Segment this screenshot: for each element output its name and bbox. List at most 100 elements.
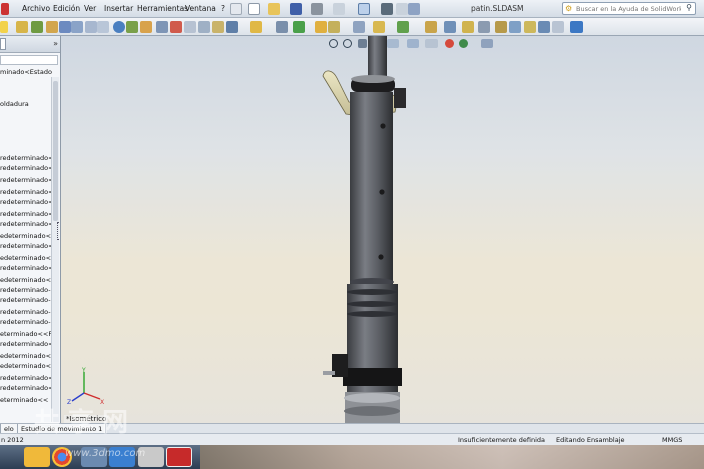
- help-search-input[interactable]: [576, 4, 681, 14]
- equations-icon[interactable]: [293, 21, 305, 33]
- new-document-icon[interactable]: [248, 3, 260, 15]
- menu-archivo[interactable]: Archivo: [22, 4, 50, 13]
- feature-tree-row[interactable]: oldadura: [0, 100, 29, 108]
- routing-icon[interactable]: [462, 21, 474, 33]
- feature-tree-row[interactable]: redeterminado<: [0, 374, 54, 382]
- rebuild-icon[interactable]: [381, 3, 393, 15]
- evaluate-icon[interactable]: [552, 21, 564, 33]
- feature-filter-box[interactable]: [0, 55, 58, 65]
- watermark-url: www.3dmo.com: [65, 448, 146, 459]
- assembly-features-icon[interactable]: [97, 21, 109, 33]
- menu-insertar[interactable]: Insertar: [104, 4, 133, 13]
- feature-tree-row[interactable]: redeterminado-: [0, 318, 51, 326]
- options-icon[interactable]: [396, 3, 408, 15]
- help-search-box[interactable]: ⚙ ⚲: [562, 2, 696, 15]
- upper-tube[interactable]: [368, 36, 387, 81]
- smart-fasteners-icon[interactable]: [59, 21, 71, 33]
- print-icon[interactable]: [311, 3, 323, 15]
- feature-tree-row[interactable]: edeterminado<: [0, 254, 51, 262]
- view-orientation-icon[interactable]: [444, 21, 456, 33]
- design-study-icon[interactable]: [315, 21, 327, 33]
- surfaces-icon[interactable]: [524, 21, 536, 33]
- linear-pattern-icon[interactable]: [373, 21, 385, 33]
- feature-tree-row[interactable]: redeterminado<: [0, 198, 54, 206]
- feature-tree-tab[interactable]: [0, 38, 6, 50]
- assembly-model[interactable]: [61, 36, 704, 426]
- feature-tree-row[interactable]: edeterminado<: [0, 232, 51, 240]
- status-units[interactable]: MMGS: [662, 436, 682, 444]
- new-motion-study-icon[interactable]: [126, 21, 138, 33]
- search-magnifier-icon[interactable]: ⚲: [686, 3, 692, 12]
- feature-tree-row[interactable]: redeterminado<: [0, 340, 54, 348]
- interference-detection-icon[interactable]: [170, 21, 182, 33]
- expand-panel-icon[interactable]: »: [53, 39, 58, 48]
- select-icon[interactable]: [358, 3, 370, 15]
- photoview-icon[interactable]: [328, 21, 340, 33]
- bill-of-materials-icon[interactable]: [140, 21, 152, 33]
- coordinate-triad: Y X Z: [67, 367, 104, 406]
- menu-edicion[interactable]: Edición: [53, 4, 80, 13]
- save-icon[interactable]: [290, 3, 302, 15]
- feature-tree-row[interactable]: redeterminado-: [0, 308, 51, 316]
- feature-tree-row[interactable]: edeterminado<: [0, 362, 51, 370]
- feature-tree-row[interactable]: edeterminado<: [0, 352, 51, 360]
- main-tube[interactable]: [350, 92, 393, 307]
- component-pattern-icon[interactable]: [46, 21, 58, 33]
- feature-tree-row[interactable]: redeterminado<: [0, 264, 54, 272]
- mold-tools-icon[interactable]: [509, 21, 521, 33]
- help-search-icon: ⚙: [565, 4, 573, 13]
- feature-manager-tabs: »: [0, 36, 60, 53]
- taskbar-solidworks-icon[interactable]: [166, 447, 192, 467]
- feature-tree-row[interactable]: redeterminado<: [0, 154, 54, 162]
- graphics-area[interactable]: Y X Z *Isométrico: [61, 36, 704, 426]
- lever-side-bracket[interactable]: [394, 88, 406, 108]
- lower-clamp-band[interactable]: [343, 368, 402, 386]
- layout-icon[interactable]: [408, 3, 420, 15]
- mate-icon[interactable]: [31, 21, 43, 33]
- menu-herramientas[interactable]: Herramientas: [137, 4, 188, 13]
- mirror-component-icon[interactable]: [397, 21, 409, 33]
- feature-tree-row[interactable]: redeterminado<: [0, 242, 54, 250]
- feature-tree-row[interactable]: redeterminado-: [0, 296, 51, 304]
- tab-sketch-icon[interactable]: [0, 21, 8, 33]
- pin-icon[interactable]: [230, 3, 242, 15]
- feature-tree-row[interactable]: redeterminado<: [0, 210, 54, 218]
- reference-geometry-icon[interactable]: [113, 21, 125, 33]
- measure-icon[interactable]: [212, 21, 224, 33]
- feature-tree-scrollbar[interactable]: [51, 77, 59, 422]
- mass-properties-icon[interactable]: [276, 21, 288, 33]
- menu-help[interactable]: ?: [221, 4, 225, 13]
- lower-tube-ring-2: [347, 301, 397, 307]
- feature-tree-row[interactable]: minado<Estado: [0, 68, 52, 76]
- scrollbar-thumb[interactable]: [53, 81, 58, 221]
- toolbox-icon[interactable]: [425, 21, 437, 33]
- taskbar-app-1-icon[interactable]: [24, 447, 50, 467]
- show-hidden-icon[interactable]: [85, 21, 97, 33]
- feature-tree-row[interactable]: redeterminado-: [0, 286, 51, 294]
- feature-tree-row[interactable]: eterminado<<F: [0, 330, 52, 338]
- feature-tree-row[interactable]: redeterminado<: [0, 164, 54, 172]
- menu-ventana[interactable]: Ventana: [185, 4, 216, 13]
- large-assembly-icon[interactable]: [226, 21, 238, 33]
- feature-tree-row[interactable]: redeterminado<: [0, 176, 54, 184]
- open-icon[interactable]: [268, 3, 280, 15]
- exploded-view-icon[interactable]: [156, 21, 168, 33]
- move-component-icon[interactable]: [71, 21, 83, 33]
- app-logo-icon[interactable]: [1, 3, 9, 15]
- menu-ver[interactable]: Ver: [84, 4, 96, 13]
- insert-component-icon[interactable]: [16, 21, 28, 33]
- feature-tree-row[interactable]: redeterminado<: [0, 220, 54, 228]
- feature-tree-row[interactable]: redeterminado<|: [0, 188, 56, 196]
- simulation-icon[interactable]: [250, 21, 262, 33]
- weldment-icon[interactable]: [478, 21, 490, 33]
- feature-tree-row[interactable]: edeterminado<: [0, 276, 51, 284]
- hole-alignment-icon[interactable]: [198, 21, 210, 33]
- dimxpert-icon[interactable]: [538, 21, 550, 33]
- feature-tree-row[interactable]: redeterminado<: [0, 384, 54, 392]
- office-products-icon[interactable]: [570, 21, 583, 33]
- clearance-icon[interactable]: [184, 21, 196, 33]
- edit-component-icon[interactable]: [353, 21, 365, 33]
- lower-clamp-bolt[interactable]: [323, 371, 335, 375]
- undo-icon[interactable]: [333, 3, 345, 15]
- sheet-metal-icon[interactable]: [495, 21, 507, 33]
